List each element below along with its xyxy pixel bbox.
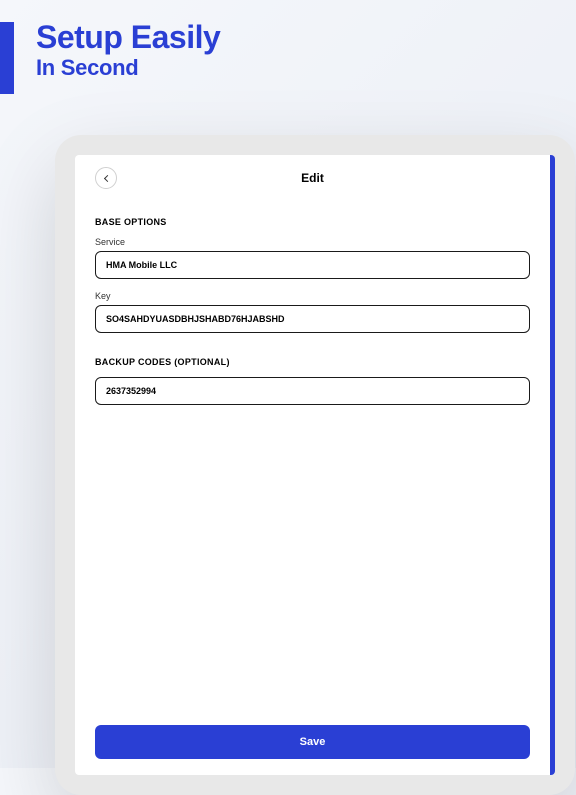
accent-bar — [0, 22, 14, 94]
service-input[interactable] — [95, 251, 530, 279]
back-button[interactable] — [95, 167, 117, 189]
base-options-heading: BASE OPTIONS — [95, 217, 530, 227]
save-button[interactable]: Save — [95, 725, 530, 759]
chevron-left-icon — [103, 174, 110, 181]
service-field: Service — [95, 237, 530, 279]
backup-code-field — [95, 377, 530, 405]
app-header: Edit — [75, 155, 550, 199]
key-field: Key — [95, 291, 530, 333]
service-label: Service — [95, 237, 530, 247]
promo-header: Setup Easily In Second — [36, 20, 220, 81]
key-label: Key — [95, 291, 530, 301]
edit-form: BASE OPTIONS Service Key BACKUP CODES (O… — [75, 199, 550, 405]
backup-codes-heading: BACKUP CODES (OPTIONAL) — [95, 357, 530, 367]
tablet-frame: Edit BASE OPTIONS Service Key BACKUP COD… — [55, 135, 575, 795]
backup-code-input[interactable] — [95, 377, 530, 405]
key-input[interactable] — [95, 305, 530, 333]
app-screen: Edit BASE OPTIONS Service Key BACKUP COD… — [75, 155, 555, 775]
screen-title: Edit — [301, 171, 324, 185]
promo-subtitle: In Second — [36, 55, 220, 81]
promo-title: Setup Easily — [36, 20, 220, 55]
